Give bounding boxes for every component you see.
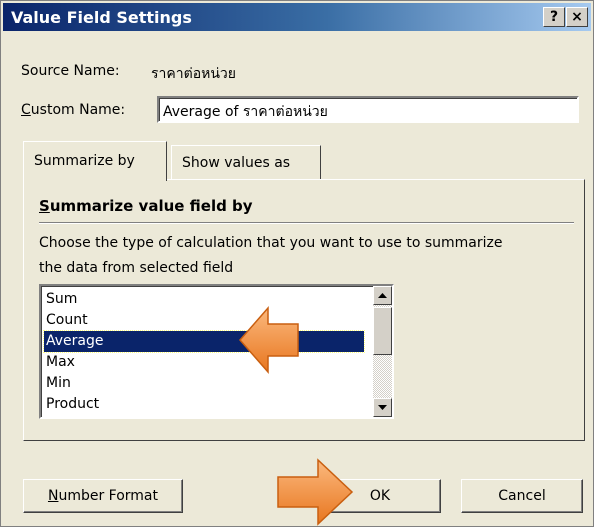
scroll-down-button[interactable]: [373, 398, 392, 417]
arrow-down-icon: [378, 405, 387, 410]
pointer-arrow-right-icon: [277, 458, 354, 526]
description-line-2: the data from selected field: [39, 260, 234, 276]
tab-summarize-by[interactable]: Summarize by: [23, 141, 167, 181]
pointer-arrow-left-icon: [239, 306, 299, 374]
scroll-thumb[interactable]: [373, 307, 392, 355]
custom-name-label-mnemonic: C: [21, 102, 31, 118]
list-item-count[interactable]: Count: [44, 310, 364, 331]
list-item-min[interactable]: Min: [44, 373, 364, 394]
list-item-average-selected[interactable]: Average: [43, 330, 365, 353]
description-line-1: Choose the type of calculation that you …: [39, 235, 503, 251]
value-field-settings-dialog: Value Field Settings ? × Source Name: รา…: [0, 0, 594, 527]
custom-name-input[interactable]: Average of ราคาต่อหน่วย: [157, 96, 579, 123]
number-format-button[interactable]: Number Format: [23, 479, 183, 513]
tab-show-values-as[interactable]: Show values as: [171, 145, 321, 181]
section-divider: [39, 222, 574, 224]
arrow-up-icon: [378, 293, 387, 298]
list-item-max[interactable]: Max: [44, 352, 364, 373]
list-item-sum[interactable]: Sum: [44, 289, 364, 310]
source-name-label: Source Name:: [21, 63, 120, 79]
listbox-scrollbar[interactable]: [373, 286, 392, 417]
custom-name-label: Custom Name:: [21, 102, 125, 118]
scroll-up-button[interactable]: [373, 286, 392, 305]
help-button[interactable]: ?: [543, 7, 565, 27]
section-title-mnemonic: S: [39, 197, 50, 215]
calculation-listbox[interactable]: Sum Count Average Max Min Product: [39, 284, 394, 419]
cancel-button[interactable]: Cancel: [461, 479, 583, 513]
number-format-text: umber Format: [58, 488, 159, 504]
section-title: Summarize value field by: [39, 197, 253, 215]
list-item-product[interactable]: Product: [44, 394, 364, 415]
custom-name-label-text: ustom Name:: [30, 102, 126, 118]
dialog-title: Value Field Settings: [11, 8, 192, 27]
number-format-mnemonic: N: [47, 488, 59, 504]
section-title-text: ummarize value field by: [49, 197, 253, 215]
title-bar[interactable]: Value Field Settings ? ×: [3, 3, 591, 31]
close-button[interactable]: ×: [566, 7, 588, 27]
source-name-value: ราคาต่อหน่วย: [151, 66, 236, 82]
